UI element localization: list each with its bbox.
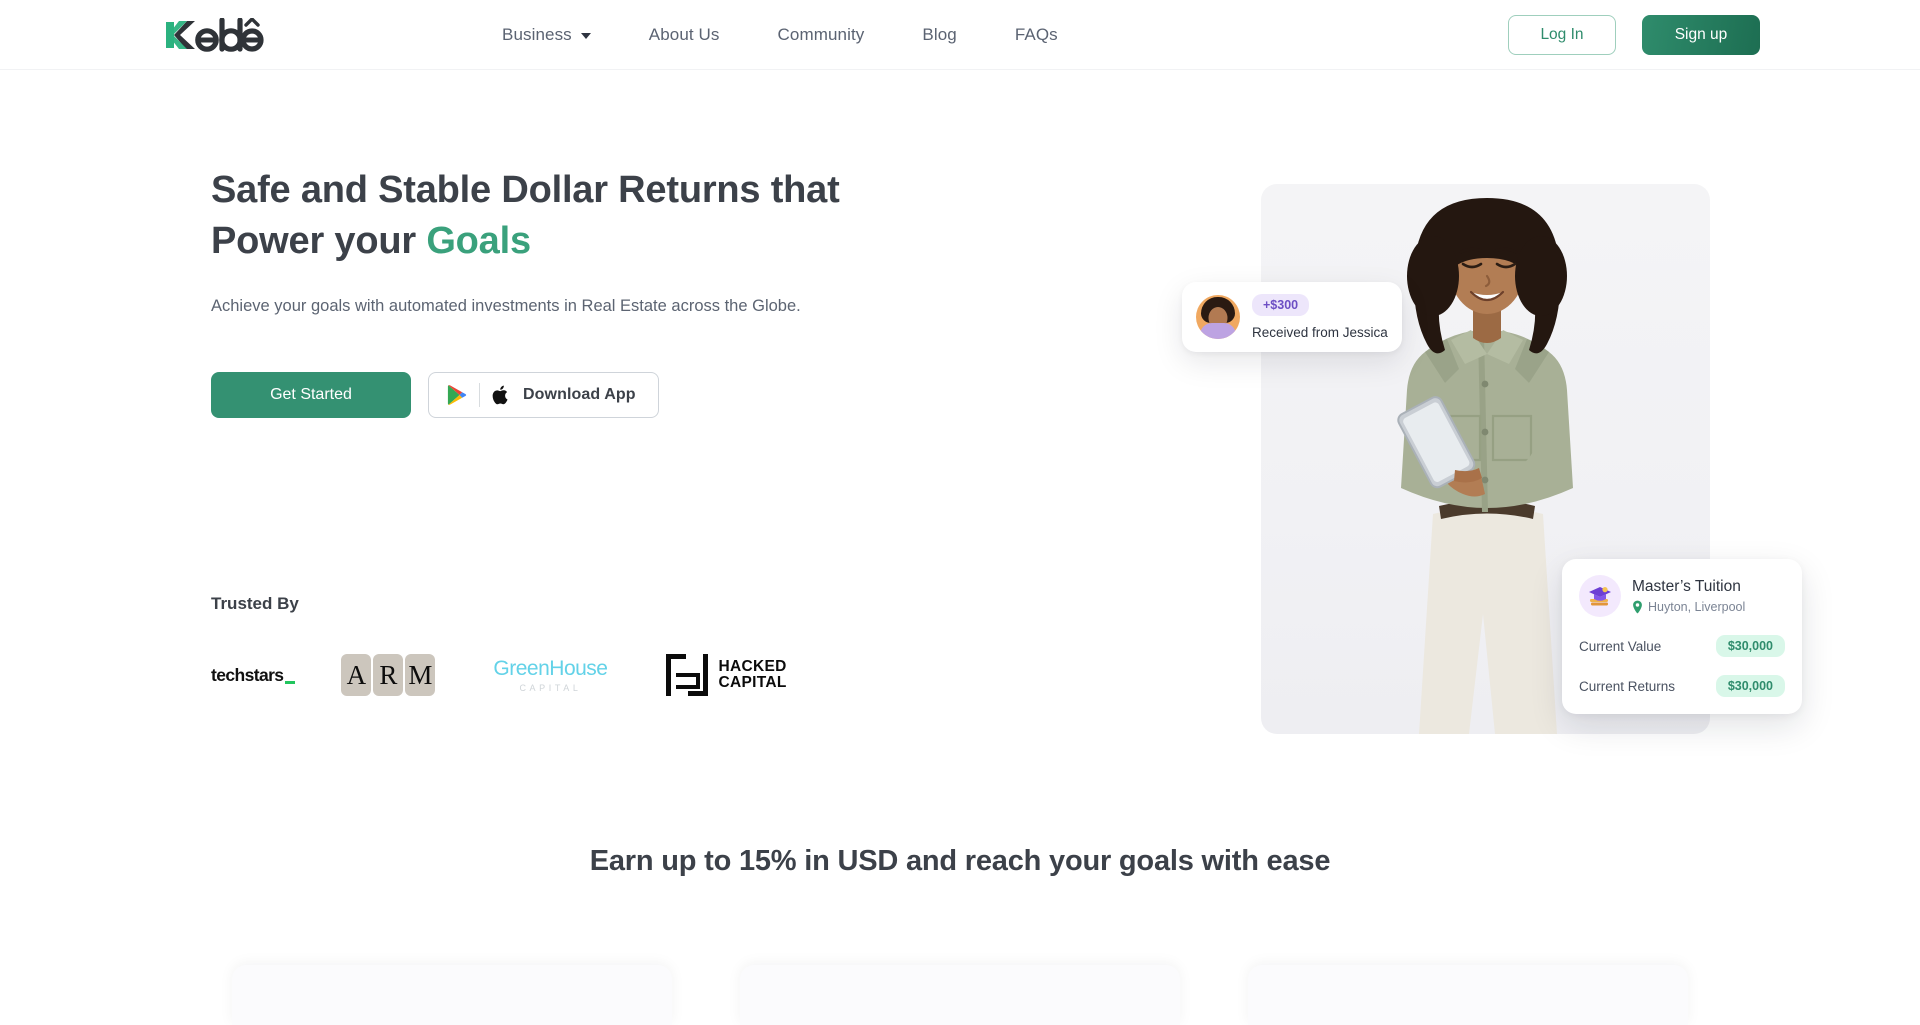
- nav-item-business[interactable]: Business: [502, 25, 591, 45]
- hero-cta-row: Get Started Download App: [211, 371, 851, 418]
- arm-letter-a: A: [341, 654, 372, 696]
- nav-item-about-us[interactable]: About Us: [649, 25, 720, 45]
- trusted-by-section: Trusted By techstars A R M GreenHouse CA…: [211, 594, 787, 698]
- hero-subtitle: Achieve your goals with automated invest…: [211, 297, 801, 316]
- hero-section: Safe and Stable Dollar Returns that Powe…: [0, 70, 1920, 790]
- download-app-button[interactable]: Download App: [428, 371, 659, 418]
- auth-actions: Log In Sign up: [1508, 14, 1760, 55]
- arm-logo-icon: A R M: [341, 654, 436, 696]
- amount-badge: +$300: [1252, 294, 1310, 316]
- apple-icon: [492, 385, 508, 405]
- partner-logo-hacked-capital: HACKED CAPITAL: [665, 652, 787, 698]
- section-heading: Earn up to 15% in USD and reach your goa…: [589, 845, 1331, 877]
- feature-cards-row: [0, 965, 1920, 1025]
- get-started-button[interactable]: Get Started: [211, 371, 411, 418]
- hacked-capital-line1: HACKED: [718, 657, 787, 675]
- trusted-by-title: Trusted By: [211, 594, 299, 613]
- google-play-icon: [447, 384, 467, 405]
- store-divider: [479, 382, 480, 407]
- investment-card-header: Master’s Tuition Huyton, Liverpool: [1579, 575, 1785, 617]
- investment-card: Master’s Tuition Huyton, Liverpool Curre…: [1562, 559, 1802, 714]
- nav-label-faqs: FAQs: [1014, 24, 1058, 44]
- hero-copy: Safe and Stable Dollar Returns that Powe…: [211, 165, 851, 418]
- feature-card[interactable]: [232, 965, 672, 1025]
- nav-item-blog[interactable]: Blog: [922, 25, 956, 45]
- nav-label-about-us: About Us: [648, 24, 720, 44]
- current-returns-label: Current Returns: [1579, 678, 1676, 694]
- brand-logo[interactable]: [160, 17, 266, 52]
- feature-card[interactable]: [1248, 965, 1688, 1025]
- greenhouse-logo-text: GreenHouse: [493, 656, 608, 680]
- partner-logo-techstars: techstars: [211, 652, 296, 698]
- main-navigation: Business About Us Community Blog FAQs: [502, 25, 1058, 45]
- hacked-capital-mark-icon: [665, 654, 708, 696]
- partner-logo-arm: A R M: [341, 652, 436, 698]
- nav-label-community: Community: [777, 24, 865, 44]
- greenhouse-logo-subtext: CAPITAL: [519, 682, 582, 693]
- arm-letter-r: R: [373, 654, 404, 696]
- investment-row-current-value: Current Value $30,000: [1579, 635, 1785, 657]
- graduation-cap-icon: [1579, 575, 1621, 617]
- signup-button[interactable]: Sign up: [1642, 14, 1760, 55]
- avatar-body: [1200, 323, 1236, 339]
- arm-letter-m: M: [405, 654, 436, 696]
- location-pin-icon: [1633, 600, 1642, 614]
- nav-label-blog: Blog: [922, 24, 957, 44]
- nav-item-community[interactable]: Community: [778, 25, 865, 45]
- current-value-amount: $30,000: [1715, 635, 1785, 657]
- notification-card: +$300 Received from Jessica: [1182, 282, 1402, 352]
- current-returns-amount: $30,000: [1715, 675, 1785, 697]
- site-header: Business About Us Community Blog FAQs Lo…: [0, 0, 1920, 70]
- investment-location-label: Huyton, Liverpool: [1648, 600, 1746, 614]
- avatar: [1196, 295, 1240, 339]
- login-button[interactable]: Log In: [1508, 14, 1616, 55]
- notification-text: Received from Jessica: [1252, 325, 1388, 340]
- nav-item-faqs[interactable]: FAQs: [1015, 25, 1058, 45]
- feature-card[interactable]: [740, 965, 1180, 1025]
- nav-label-business: Business: [502, 24, 572, 44]
- chevron-down-icon: [580, 32, 591, 39]
- partner-logo-greenhouse: GreenHouse CAPITAL: [493, 652, 608, 698]
- techstars-logo-text: techstars: [211, 664, 296, 685]
- partner-logos: techstars A R M GreenHouse CAPITAL HACKE…: [211, 652, 787, 698]
- hacked-capital-line2: CAPITAL: [718, 674, 787, 691]
- current-value-label: Current Value: [1579, 638, 1662, 654]
- download-app-label: Download App: [523, 385, 636, 403]
- investment-title: Master’s Tuition: [1632, 578, 1741, 595]
- page-title: Safe and Stable Dollar Returns that Powe…: [211, 165, 851, 266]
- keble-logo-icon: [166, 17, 264, 52]
- investment-row-current-returns: Current Returns $30,000: [1579, 675, 1785, 697]
- headline-accent: Goals: [426, 219, 531, 262]
- investment-location: Huyton, Liverpool: [1632, 600, 1745, 614]
